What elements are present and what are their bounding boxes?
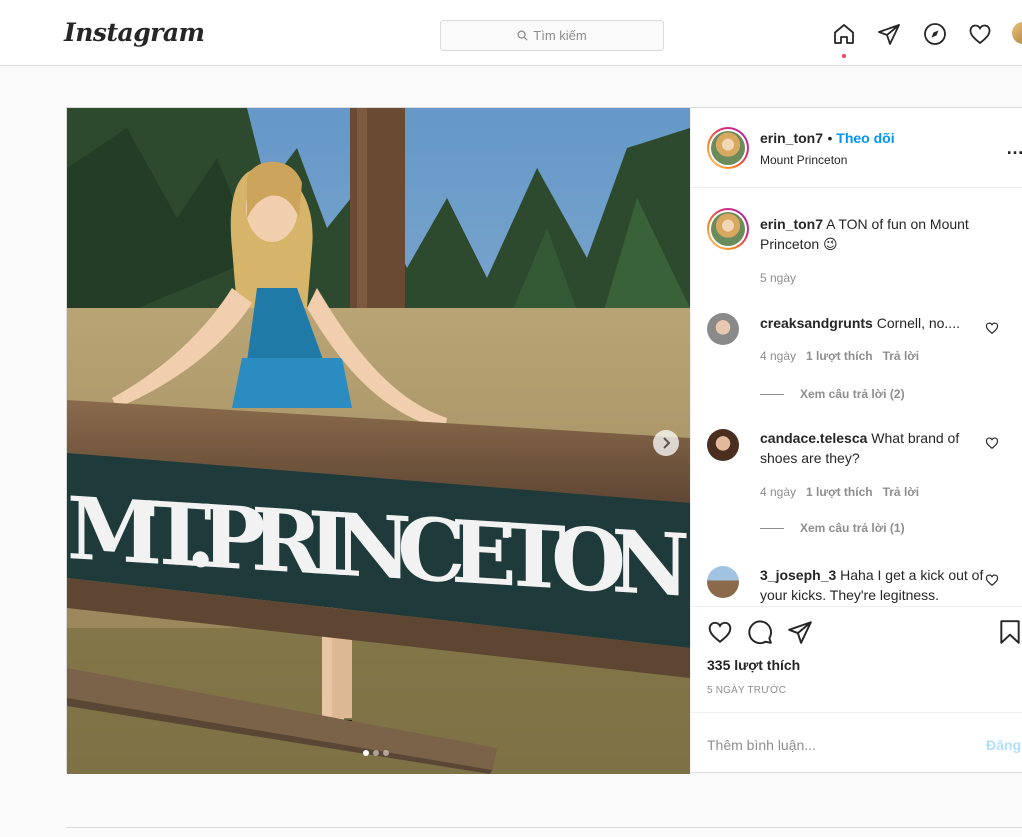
view-replies-button[interactable]: Xem câu trả lời (2): [760, 387, 905, 401]
instagram-logo[interactable]: Instagram: [64, 18, 205, 47]
comment-body: Cornell, no....: [876, 315, 960, 331]
post-actions: 335 lượt thích 5 NGÀY TRƯỚC: [691, 606, 1022, 710]
comment-time: 4 ngày: [760, 349, 797, 363]
chevron-right-icon: [663, 437, 671, 449]
direct-button[interactable]: [877, 22, 901, 46]
bookmark-icon[interactable]: [997, 619, 1022, 645]
comment-text: creaksandgrunts Cornell, no....: [760, 313, 986, 333]
follow-button[interactable]: Theo dõi: [836, 130, 894, 146]
photo-scene: MT.PRINCETON: [67, 108, 690, 774]
comment-like-icon[interactable]: [985, 436, 999, 450]
carousel-next-button[interactable]: [653, 430, 679, 456]
comment-text: 3_joseph_3 Haha I get a kick out of your…: [760, 565, 986, 605]
comment-icon[interactable]: [747, 619, 773, 645]
comment-text: candace.telesca What brand of shoes are …: [760, 428, 986, 468]
comment-likes[interactable]: 1 lượt thích: [806, 349, 873, 363]
post-header: erin_ton7 • Theo dõi Mount Princeton …: [691, 108, 1022, 188]
comment-meta: 4 ngày 1 lượt thích Trả lời: [760, 349, 919, 363]
post-comment-button[interactable]: Đăng: [986, 737, 1021, 753]
share-icon[interactable]: [787, 619, 813, 645]
comment-item: creaksandgrunts Cornell, no.... 4 ngày 1…: [707, 311, 1022, 401]
view-replies-label: Xem câu trả lời (1): [800, 521, 905, 535]
post-time[interactable]: 5 NGÀY TRƯỚC: [707, 685, 786, 696]
comment-likes[interactable]: 1 lượt thích: [806, 485, 873, 499]
caption: erin_ton7 A TON of fun on Mount Princeto…: [707, 208, 1022, 298]
carousel-dot: [383, 750, 389, 756]
comment-time: 4 ngày: [760, 485, 797, 499]
comment-avatar[interactable]: [707, 313, 739, 345]
heart-icon: [969, 24, 991, 45]
top-nav-bar: Instagram Tìm kiếm: [0, 0, 1022, 66]
carousel-dots: [363, 750, 389, 756]
carousel-dot: [373, 750, 379, 756]
comment-like-icon[interactable]: [985, 573, 999, 587]
home-button[interactable]: [832, 22, 856, 58]
comment-reply-button[interactable]: Trả lời: [883, 349, 920, 363]
post-location[interactable]: Mount Princeton: [760, 153, 847, 167]
explore-icon: [924, 23, 946, 45]
comment-username[interactable]: candace.telesca: [760, 430, 867, 446]
like-icon[interactable]: [707, 619, 733, 645]
footer-divider: [66, 827, 1022, 828]
caption-text: erin_ton7 A TON of fun on Mount Princeto…: [760, 214, 986, 254]
like-count[interactable]: 335 lượt thích: [707, 657, 800, 673]
profile-avatar[interactable]: [1012, 22, 1022, 44]
comment-username[interactable]: creaksandgrunts: [760, 315, 873, 331]
explore-button[interactable]: [923, 22, 947, 46]
comment-item: 3_joseph_3 Haha I get a kick out of your…: [707, 563, 1022, 605]
comment-reply-button[interactable]: Trả lời: [883, 485, 920, 499]
home-icon: [834, 24, 854, 44]
carousel-dot-active: [363, 750, 369, 756]
activity-button[interactable]: [968, 22, 992, 46]
comment-item: candace.telesca What brand of shoes are …: [707, 426, 1022, 535]
search-input[interactable]: Tìm kiếm: [440, 20, 664, 51]
more-options-icon[interactable]: …: [1006, 138, 1022, 159]
caption-username[interactable]: erin_ton7: [760, 216, 823, 232]
direct-icon: [878, 24, 900, 45]
author-username[interactable]: erin_ton7: [760, 130, 823, 146]
comment-avatar[interactable]: [707, 429, 739, 461]
add-comment-bar: Thêm bình luận... Đăng: [691, 712, 1022, 774]
search-icon: [517, 30, 528, 41]
comment-username[interactable]: 3_joseph_3: [760, 567, 836, 583]
view-replies-label: Xem câu trả lời (2): [800, 387, 905, 401]
caption-avatar[interactable]: [707, 208, 749, 250]
replies-divider: [760, 393, 784, 395]
view-replies-button[interactable]: Xem câu trả lời (1): [760, 521, 905, 535]
add-comment-input[interactable]: Thêm bình luận...: [707, 737, 816, 753]
post-photo[interactable]: MT.PRINCETON: [67, 108, 690, 774]
comment-meta: 4 ngày 1 lượt thích Trả lời: [760, 485, 919, 499]
caption-time: 5 ngày: [760, 271, 797, 285]
active-indicator-dot: [842, 54, 846, 58]
replies-divider: [760, 527, 784, 529]
post-card: MT.PRINCETON erin_ton7 • Theo dõi Mount …: [66, 107, 1022, 774]
author-avatar[interactable]: [707, 127, 749, 169]
search-placeholder: Tìm kiếm: [533, 28, 587, 43]
comment-avatar[interactable]: [707, 566, 739, 598]
comment-like-icon[interactable]: [985, 321, 999, 335]
post-sidebar: erin_ton7 • Theo dõi Mount Princeton … e…: [690, 108, 1022, 774]
